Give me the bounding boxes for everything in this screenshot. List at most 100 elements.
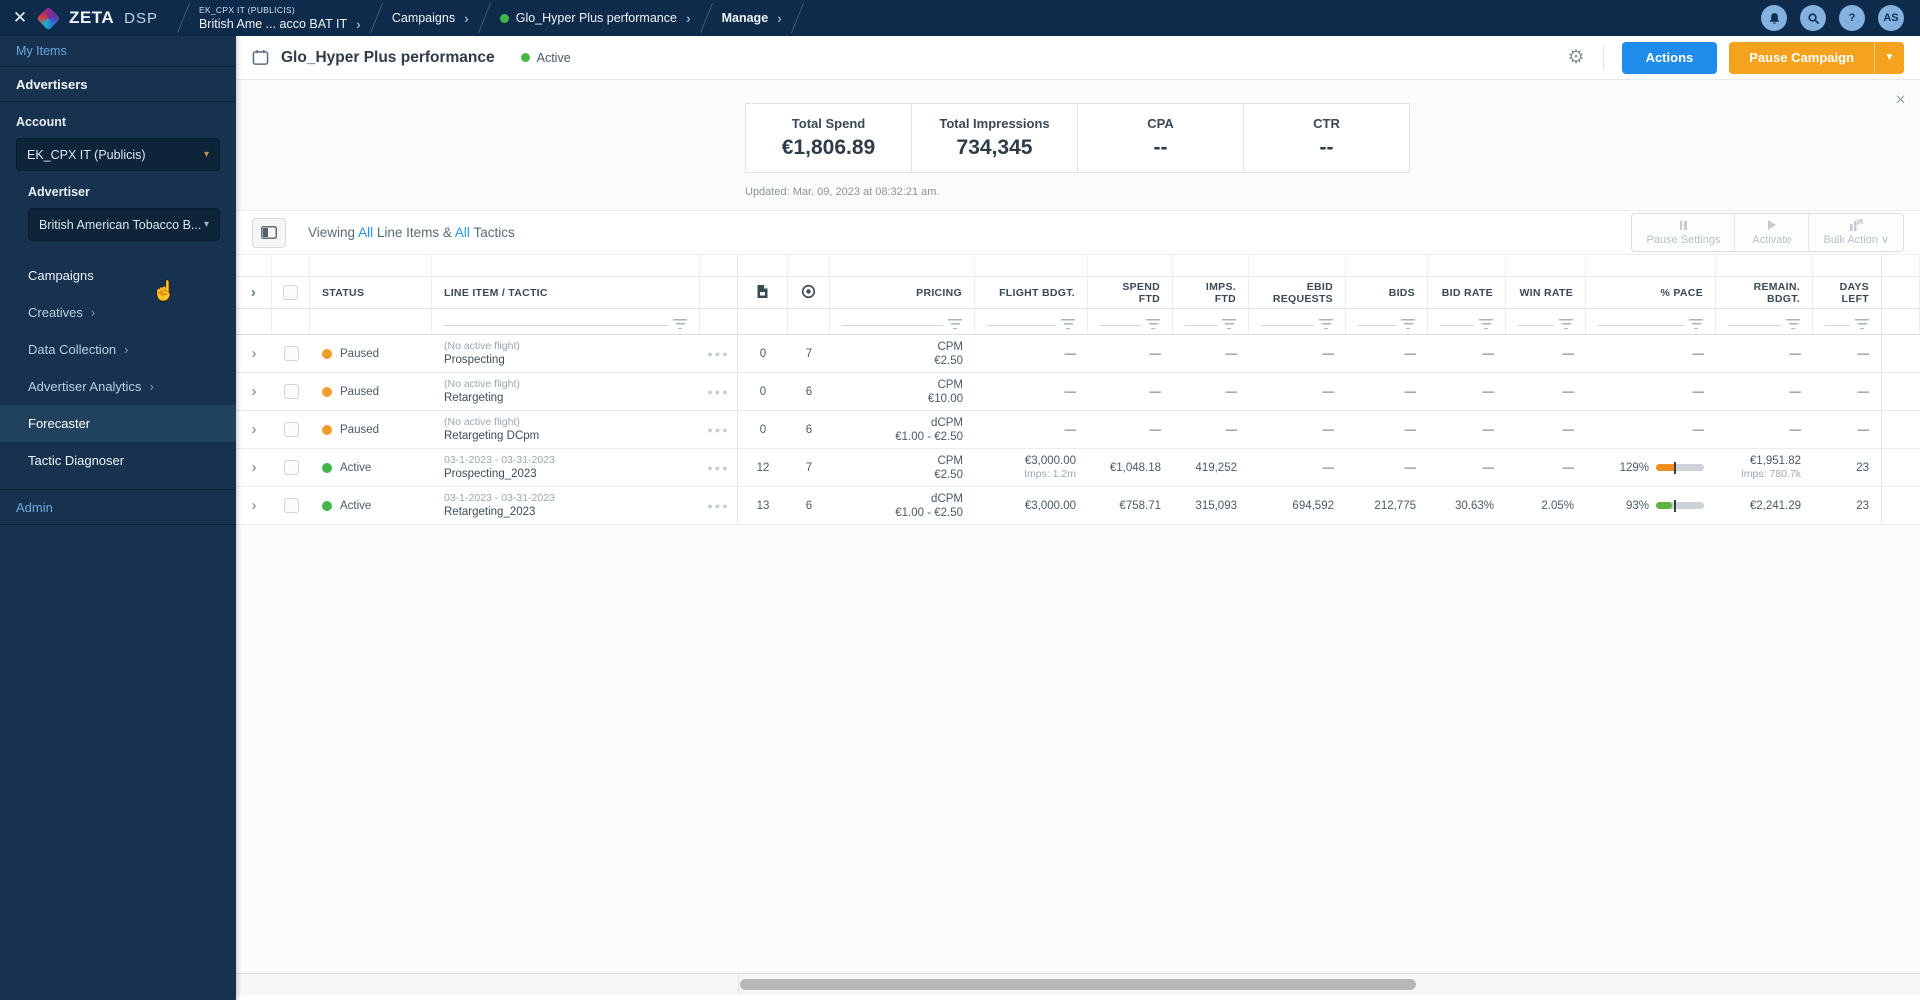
sidebar-item-creatives[interactable]: Creatives › [0,294,236,331]
expand-row-icon[interactable]: › [252,383,257,400]
pause-campaign-dropdown[interactable]: ▼ [1874,41,1904,74]
breadcrumb-item[interactable]: Manage › [722,10,782,26]
expand-row-icon[interactable]: › [252,497,257,514]
column-settings-button[interactable] [252,217,286,248]
cell-spend [1088,255,1173,276]
table-row[interactable]: › Paused (No active flight) Retargeting DCp… [236,411,1920,449]
line-item-name[interactable]: Prospecting_2023 [444,467,537,481]
column-header-winrate[interactable]: WIN RATE [1519,287,1573,299]
filter-input[interactable] [1100,325,1141,326]
table-row[interactable]: › Paused (No active flight) Prospecting ●●● 0… [236,335,1920,373]
column-header-bidrate[interactable]: BID RATE [1442,287,1493,299]
sidebar-item-data-collection[interactable]: Data Collection › [0,331,236,368]
filter-icon[interactable] [673,319,687,329]
filter-icon[interactable] [1689,319,1703,329]
row-checkbox[interactable] [283,384,299,399]
row-checkbox[interactable] [283,498,299,513]
account-select[interactable]: EK_CPX IT (Publicis) ▾ [16,138,220,171]
scrollbar-thumb[interactable] [740,979,1416,990]
sidebar-item-my-items[interactable]: My Items [0,36,236,67]
pause-settings-button[interactable]: Pause Settings [1632,214,1734,251]
expand-row-icon[interactable]: › [252,459,257,476]
line-item-name[interactable]: Prospecting [444,353,505,367]
filter-icon[interactable] [1855,319,1869,329]
filter-input[interactable] [1358,325,1396,326]
filter-icon[interactable] [1479,319,1493,329]
column-header-bids[interactable]: BIDS [1389,287,1415,299]
filter-input[interactable] [1185,325,1217,326]
filter-icon[interactable] [948,319,962,329]
row-checkbox[interactable] [283,346,299,361]
row-checkbox[interactable] [283,422,299,437]
breadcrumb-item[interactable]: Glo_Hyper Plus performance › [499,10,691,26]
column-header-flight[interactable]: FLIGHT BDGT. [999,287,1075,299]
gear-icon[interactable]: ⚙ [1568,46,1585,69]
bulk-action-button[interactable]: Bulk Action ∨ [1808,214,1903,251]
filter-input[interactable] [1518,325,1554,326]
avatar[interactable]: AS [1878,5,1904,31]
expand-all-icon[interactable]: › [251,285,256,300]
advertiser-select[interactable]: British American Tobacco B... ▾ [28,208,220,241]
column-header-spend[interactable]: SPEND FTD [1122,281,1160,305]
filter-input[interactable] [1261,325,1314,326]
filter-icon[interactable] [1786,319,1800,329]
column-header-days[interactable]: DAYS LEFT [1840,281,1869,305]
column-header-pace[interactable]: % PACE [1661,287,1703,299]
column-header-lineitem[interactable]: LINE ITEM / TACTIC [444,287,548,299]
filter-icon[interactable] [1401,319,1415,329]
sidebar-item-forecaster[interactable]: Forecaster [0,405,236,442]
filter-input[interactable] [1598,325,1684,326]
filter-input[interactable] [1825,325,1850,326]
expand-row-icon[interactable]: › [252,421,257,438]
filter-input[interactable] [1728,325,1781,326]
column-header-ebid[interactable]: EBID REQUESTS [1273,281,1333,305]
sidebar-item-advertiser-analytics[interactable]: Advertiser Analytics › [0,368,236,405]
table-row[interactable]: › Active 03-1-2023 - 03-31-2023 Prospecting… [236,449,1920,487]
filter-icon[interactable] [1559,319,1573,329]
filter-input[interactable] [842,325,943,326]
breadcrumb-item[interactable]: EK_CPX IT (PUBLICIS) British Ame ... acco… [199,5,361,32]
cell-days: 23 [1813,487,1882,524]
table-row[interactable]: › Paused (No active flight) Retargeting ●●● 0… [236,373,1920,411]
close-summary-icon[interactable]: ✕ [1895,92,1906,108]
table-row[interactable]: › Active 03-1-2023 - 03-31-2023 Retargeting… [236,487,1920,525]
select-all-checkbox[interactable] [283,285,298,300]
notifications-button[interactable] [1761,5,1787,31]
filter-icon[interactable] [1222,319,1236,329]
column-header-pricing[interactable]: PRICING [916,287,962,299]
all-tactics-link[interactable]: All [455,225,470,240]
pause-campaign-button[interactable]: Pause Campaign [1729,41,1874,74]
row-actions-menu-icon[interactable]: ●●● [707,501,729,511]
row-actions-menu-icon[interactable]: ●●● [707,463,729,473]
filter-icon[interactable] [1061,319,1075,329]
row-actions-menu-icon[interactable]: ●●● [707,387,729,397]
sidebar-item-tactic-diagnoser[interactable]: Tactic Diagnoser [0,442,236,479]
column-header-remain[interactable]: REMAIN. BDGT. [1754,281,1800,305]
sidebar-item-campaigns[interactable]: Campaigns [0,257,236,294]
filter-input[interactable] [444,325,668,326]
sidebar-item-admin[interactable]: Admin [0,489,236,525]
cell-bids: — [1346,373,1428,410]
expand-row-icon[interactable]: › [252,345,257,362]
filter-input[interactable] [1440,325,1474,326]
filter-input[interactable] [987,325,1056,326]
row-checkbox[interactable] [283,460,299,475]
all-line-items-link[interactable]: All [358,225,373,240]
line-item-name[interactable]: Retargeting_2023 [444,505,535,519]
brand-logo[interactable]: ZETA DSP [36,5,158,31]
column-header-status[interactable]: STATUS [322,287,364,299]
breadcrumb-item[interactable]: Campaigns › [392,10,469,26]
row-actions-menu-icon[interactable]: ●●● [707,425,729,435]
filter-icon[interactable] [1319,319,1333,329]
actions-button[interactable]: Actions [1621,41,1718,74]
sidebar-item-advertisers[interactable]: Advertisers [0,67,236,102]
close-icon[interactable]: ✕ [0,8,40,28]
filter-icon[interactable] [1146,319,1160,329]
row-actions-menu-icon[interactable]: ●●● [707,349,729,359]
column-header-imps[interactable]: IMPS. FTD [1185,281,1236,305]
line-item-name[interactable]: Retargeting DCpm [444,429,539,443]
activate-button[interactable]: Activate [1734,214,1808,251]
search-button[interactable] [1800,5,1826,31]
help-button[interactable]: ? [1839,5,1865,31]
line-item-name[interactable]: Retargeting [444,391,503,405]
